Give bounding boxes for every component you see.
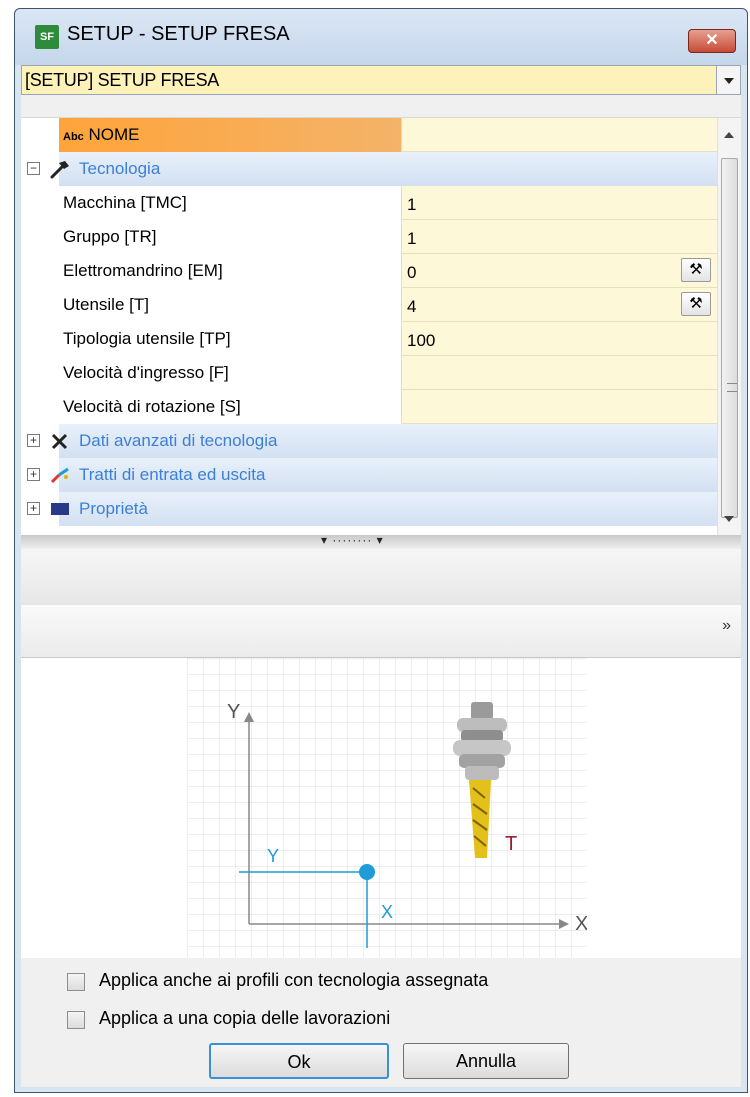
- tools-icon[interactable]: ⚒: [681, 258, 711, 282]
- property-row[interactable]: Macchina [TMC] 1: [21, 186, 717, 220]
- property-row[interactable]: Gruppo [TR] 1: [21, 220, 717, 254]
- category-tratti[interactable]: + Tratti di entrata ed uscita: [21, 458, 717, 492]
- double-chevron-down-icon[interactable]: »: [722, 617, 731, 635]
- property-value[interactable]: [401, 390, 717, 424]
- property-label: Gruppo [TR]: [63, 227, 157, 246]
- expand-icon[interactable]: +: [27, 468, 40, 481]
- property-row[interactable]: Velocità di rotazione [S]: [21, 390, 717, 424]
- cancel-button[interactable]: Annulla: [403, 1043, 569, 1079]
- apply-copy-label: Applica a una copia delle lavorazioni: [99, 1008, 391, 1028]
- vertical-scrollbar[interactable]: [717, 118, 741, 536]
- property-label: Velocità d'ingresso [F]: [63, 363, 229, 382]
- ok-button[interactable]: Ok: [209, 1043, 389, 1079]
- axis-label-y: Y: [227, 701, 240, 723]
- property-value-text: 0: [407, 263, 417, 282]
- hammer-icon: [50, 161, 69, 179]
- scroll-down-icon[interactable]: [724, 516, 734, 522]
- tool-label: T: [505, 833, 517, 855]
- category-label: Tecnologia: [79, 159, 161, 178]
- property-row[interactable]: Tipologia utensile [TP] 100: [21, 322, 717, 356]
- tools-icon: [51, 433, 68, 450]
- abc-icon: Abc: [63, 131, 84, 143]
- property-value[interactable]: 1: [401, 220, 717, 254]
- property-row-nome[interactable]: Abc NOME: [21, 118, 717, 152]
- marker-label-x: X: [381, 902, 393, 922]
- grip-icon: [727, 383, 737, 392]
- preview-area: Y X Y X T: [21, 658, 741, 958]
- property-row[interactable]: Utensile [T] 4 ⚒: [21, 288, 717, 322]
- property-value[interactable]: 0 ⚒: [401, 254, 717, 288]
- splitter-handle[interactable]: ▾ ········ ▾: [21, 533, 741, 549]
- marker-label-y: Y: [267, 846, 279, 866]
- property-value[interactable]: 4 ⚒: [401, 288, 717, 322]
- apply-copy-checkbox[interactable]: [67, 1011, 85, 1029]
- property-value[interactable]: 100: [401, 322, 717, 356]
- property-label: Utensile [T]: [63, 295, 149, 314]
- property-label: Macchina [TMC]: [63, 193, 187, 212]
- setup-preview-drawing: Y X Y X T: [187, 658, 587, 958]
- category-label: Tratti di entrata ed uscita: [79, 465, 266, 484]
- expand-bar[interactable]: »: [21, 605, 741, 658]
- splitter-grip-icon: ▾ ········ ▾: [321, 533, 384, 547]
- category-label: Proprietà: [79, 499, 148, 518]
- axis-label-x: X: [575, 913, 587, 935]
- setup-selector[interactable]: [SETUP] SETUP FRESA: [21, 65, 717, 95]
- setup-selector-value: [SETUP] SETUP FRESA: [25, 70, 220, 90]
- origin-point: [359, 864, 375, 880]
- apply-assigned-label: Applica anche ai profili con tecnologia …: [99, 970, 489, 990]
- scroll-up-icon[interactable]: [724, 132, 734, 138]
- expand-icon[interactable]: +: [27, 502, 40, 515]
- path-icon: [50, 467, 69, 484]
- category-band: [59, 492, 717, 526]
- chevron-down-icon[interactable]: [717, 65, 741, 95]
- property-label: Elettromandrino [EM]: [63, 261, 223, 280]
- category-proprieta[interactable]: + Proprietà: [21, 492, 717, 526]
- collapse-icon[interactable]: −: [27, 162, 40, 175]
- property-row[interactable]: Velocità d'ingresso [F]: [21, 356, 717, 390]
- category-label: Dati avanzati di tecnologia: [79, 431, 278, 450]
- property-value-text: 4: [407, 297, 417, 316]
- window-title: SETUP - SETUP FRESA: [67, 23, 290, 45]
- property-value[interactable]: [401, 356, 717, 390]
- app-icon: SF: [35, 25, 59, 49]
- property-label: Velocità di rotazione [S]: [63, 397, 241, 416]
- apply-assigned-checkbox[interactable]: [67, 973, 85, 991]
- category-dati-avanzati[interactable]: + Dati avanzati di tecnologia: [21, 424, 717, 458]
- property-value[interactable]: 1: [401, 186, 717, 220]
- title-bar[interactable]: SF SETUP - SETUP FRESA ✕: [15, 9, 747, 65]
- description-panel: [21, 549, 741, 606]
- category-tecnologia[interactable]: − Tecnologia: [21, 152, 717, 186]
- dialog-window: SF SETUP - SETUP FRESA ✕ [SETUP] SETUP F…: [14, 8, 748, 1093]
- property-value[interactable]: [401, 118, 717, 152]
- scroll-thumb[interactable]: [721, 158, 738, 518]
- property-label: Abc NOME: [59, 118, 401, 152]
- property-grid: Abc NOME − Tecnologia Macchina [TMC] 1 G…: [21, 117, 741, 536]
- expand-icon[interactable]: +: [27, 434, 40, 447]
- property-label: Tipologia utensile [TP]: [63, 329, 231, 348]
- film-icon: [51, 503, 69, 515]
- close-button[interactable]: ✕: [688, 29, 736, 53]
- property-label-text: NOME: [88, 125, 140, 144]
- dialog-body: [SETUP] SETUP FRESA Abc NOME − Tecnologi…: [21, 65, 741, 1087]
- property-row[interactable]: Elettromandrino [EM] 0 ⚒: [21, 254, 717, 288]
- tools-icon[interactable]: ⚒: [681, 292, 711, 316]
